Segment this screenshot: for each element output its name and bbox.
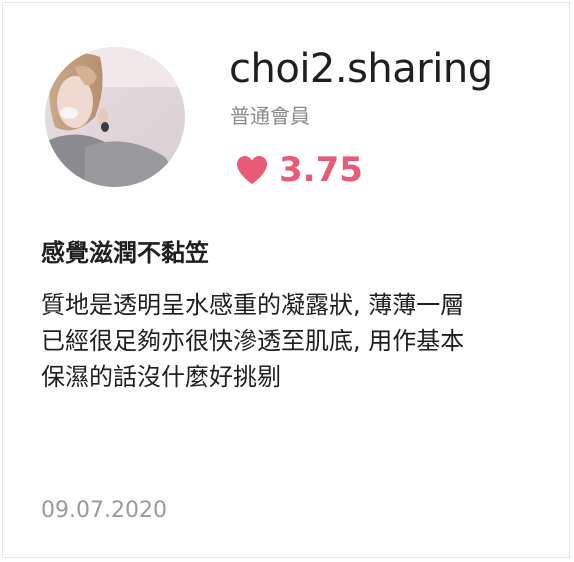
avatar[interactable]	[45, 47, 185, 187]
username[interactable]: choi2.sharing	[229, 45, 493, 93]
member-role: 普通會員	[230, 104, 310, 128]
avatar-photo	[45, 47, 185, 187]
rating: 3.75	[235, 149, 363, 191]
review-title: 感覺滋潤不黏笠	[41, 239, 209, 267]
review-date: 09.07.2020	[41, 498, 167, 523]
review-body-line: 質地是透明呈水感重的凝露狀, 薄薄一層	[41, 291, 465, 319]
rating-value: 3.75	[279, 150, 363, 190]
heart-icon	[237, 156, 267, 184]
review-body-line: 已經很足夠亦很快滲透至肌底, 用作基本	[41, 327, 465, 355]
review-card: choi2.sharing 普通會員 3.75 感覺滋潤不黏笠 質地是透明呈水感…	[2, 2, 570, 558]
review-body: 質地是透明呈水感重的凝露狀, 薄薄一層 已經很足夠亦很快滲透至肌底, 用作基本 …	[41, 287, 541, 395]
review-body-line: 保濕的話沒什麼好挑剔	[41, 363, 281, 391]
